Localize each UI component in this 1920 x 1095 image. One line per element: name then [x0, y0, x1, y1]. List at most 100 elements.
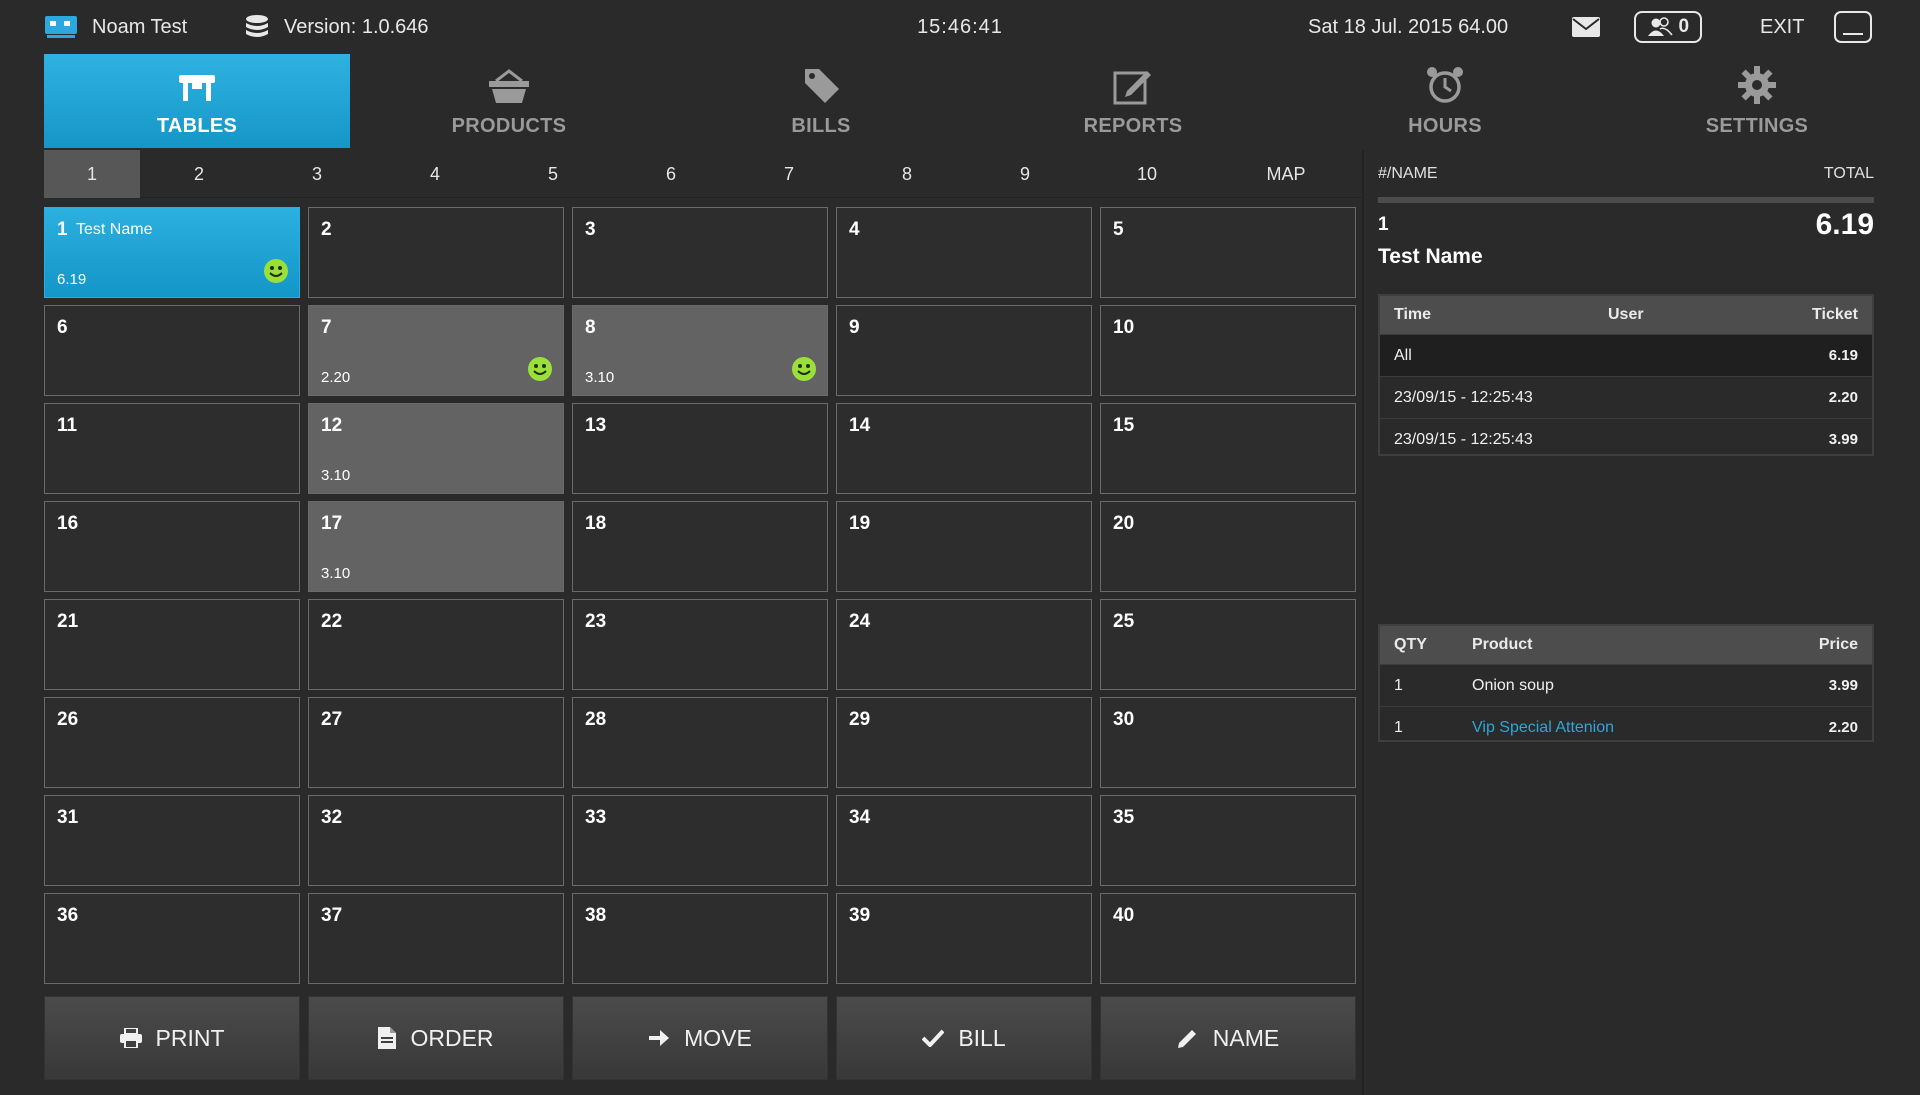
tab-hours[interactable]: HOURS: [1292, 54, 1598, 148]
table-cell-9[interactable]: 9: [836, 305, 1092, 396]
table-number: 31: [57, 807, 79, 828]
table-cell-14[interactable]: 14: [836, 403, 1092, 494]
alarm-clock-icon: [1425, 65, 1465, 105]
table-cell-8[interactable]: 8 3.10: [572, 305, 828, 396]
page-tab-2[interactable]: 2: [140, 150, 258, 198]
product-qty: 1: [1394, 676, 1403, 694]
minimize-button[interactable]: [1834, 0, 1872, 54]
table-number: 8: [585, 317, 596, 338]
table-amount: 3.10: [585, 369, 615, 386]
order-button[interactable]: ORDER: [308, 996, 564, 1080]
table-cell-5[interactable]: 5: [1100, 207, 1356, 298]
mail-button[interactable]: [1572, 0, 1600, 54]
ticket-time: All: [1394, 346, 1412, 364]
tab-label: SETTINGS: [1705, 115, 1809, 137]
table-cell-6[interactable]: 6: [44, 305, 300, 396]
table-cell-13[interactable]: 13: [572, 403, 828, 494]
table-cell-28[interactable]: 28: [572, 697, 828, 788]
table-cell-19[interactable]: 19: [836, 501, 1092, 592]
table-number: 40: [1113, 905, 1135, 926]
table-cell-10[interactable]: 10: [1100, 305, 1356, 396]
tab-reports[interactable]: REPORTS: [980, 54, 1286, 148]
active-users-button[interactable]: 0: [1634, 0, 1702, 54]
database-icon: [244, 14, 270, 40]
table-number: 14: [849, 415, 871, 436]
table-cell-17[interactable]: 17 3.10: [308, 501, 564, 592]
table-cell-40[interactable]: 40: [1100, 893, 1356, 984]
ticket-row[interactable]: All 6.19: [1380, 334, 1872, 376]
table-number: 23: [585, 611, 607, 632]
table-cell-1[interactable]: 1 Test Name 6.19: [44, 207, 300, 298]
ticket-row[interactable]: 23/09/15 - 12:25:43 3.99: [1380, 418, 1872, 460]
table-cell-30[interactable]: 30: [1100, 697, 1356, 788]
table-cell-26[interactable]: 26: [44, 697, 300, 788]
products-table: QTY Product Price 1 Onion soup 3.99 1 Vi…: [1378, 624, 1874, 742]
table-cell-21[interactable]: 21: [44, 599, 300, 690]
table-cell-31[interactable]: 31: [44, 795, 300, 886]
table-number: 38: [585, 905, 607, 926]
table-detail-panel: #/NAME TOTAL 1 6.19 Test Name Time User …: [1362, 150, 1920, 1095]
table-cell-33[interactable]: 33: [572, 795, 828, 886]
move-button[interactable]: MOVE: [572, 996, 828, 1080]
page-tab-10[interactable]: 10: [1084, 150, 1210, 198]
page-tab-8[interactable]: 8: [848, 150, 966, 198]
pencil-icon: [1177, 1027, 1199, 1049]
table-cell-15[interactable]: 15: [1100, 403, 1356, 494]
table-cell-3[interactable]: 3: [572, 207, 828, 298]
tab-label: REPORTS: [1083, 115, 1183, 137]
print-button[interactable]: PRINT: [44, 996, 300, 1080]
version-label: Version: 1.0.646: [284, 15, 429, 38]
page-tab-5[interactable]: 5: [494, 150, 612, 198]
table-cell-27[interactable]: 27: [308, 697, 564, 788]
table-number: 3: [585, 219, 596, 240]
exit-button[interactable]: EXIT: [1760, 0, 1804, 54]
table-number: 11: [57, 415, 78, 436]
ticket-amount: 3.99: [1828, 431, 1858, 448]
page-tab-1[interactable]: 1: [44, 150, 140, 198]
table-cell-20[interactable]: 20: [1100, 501, 1356, 592]
tab-settings[interactable]: SETTINGS: [1604, 54, 1910, 148]
page-tab-6[interactable]: 6: [612, 150, 730, 198]
table-cell-38[interactable]: 38: [572, 893, 828, 984]
page-tab-map[interactable]: MAP: [1210, 150, 1362, 198]
table-cell-29[interactable]: 29: [836, 697, 1092, 788]
ticket-amount: 2.20: [1828, 389, 1858, 406]
page-tab-9[interactable]: 9: [966, 150, 1084, 198]
table-number: 9: [849, 317, 860, 338]
page-tab-4[interactable]: 4: [376, 150, 494, 198]
bill-button[interactable]: BILL: [836, 996, 1092, 1080]
table-number: 20: [1113, 513, 1135, 534]
table-cell-18[interactable]: 18: [572, 501, 828, 592]
table-cell-12[interactable]: 12 3.10: [308, 403, 564, 494]
tab-bills[interactable]: BILLS: [668, 54, 974, 148]
table-cell-4[interactable]: 4: [836, 207, 1092, 298]
tab-products[interactable]: PRODUCTS: [356, 54, 662, 148]
table-cell-2[interactable]: 2: [308, 207, 564, 298]
tab-tables[interactable]: TABLES: [44, 54, 350, 148]
table-cell-36[interactable]: 36: [44, 893, 300, 984]
page-tab-3[interactable]: 3: [258, 150, 376, 198]
table-number: 17: [321, 513, 343, 534]
table-cell-24[interactable]: 24: [836, 599, 1092, 690]
table-cell-22[interactable]: 22: [308, 599, 564, 690]
table-cell-37[interactable]: 37: [308, 893, 564, 984]
table-number: 32: [321, 807, 343, 828]
page-tabs: 1 2 3 4 5 6 7 8 9 10 MAP: [44, 150, 1362, 198]
table-cell-16[interactable]: 16: [44, 501, 300, 592]
table-cell-7[interactable]: 7 2.20: [308, 305, 564, 396]
ticket-row[interactable]: 23/09/15 - 12:25:43 2.20: [1380, 376, 1872, 418]
page-tab-7[interactable]: 7: [730, 150, 848, 198]
table-cell-39[interactable]: 39: [836, 893, 1092, 984]
table-cell-25[interactable]: 25: [1100, 599, 1356, 690]
table-number: 29: [849, 709, 871, 730]
table-cell-11[interactable]: 11: [44, 403, 300, 494]
product-row[interactable]: 1 Onion soup 3.99: [1380, 664, 1872, 706]
table-cell-35[interactable]: 35: [1100, 795, 1356, 886]
table-cell-23[interactable]: 23: [572, 599, 828, 690]
name-button[interactable]: NAME: [1100, 996, 1356, 1080]
table-number: 6: [57, 317, 68, 338]
table-cell-34[interactable]: 34: [836, 795, 1092, 886]
header-name-label: #/NAME: [1378, 165, 1438, 182]
table-cell-32[interactable]: 32: [308, 795, 564, 886]
product-row[interactable]: 1 Vip Special Attenion 2.20: [1380, 706, 1872, 748]
